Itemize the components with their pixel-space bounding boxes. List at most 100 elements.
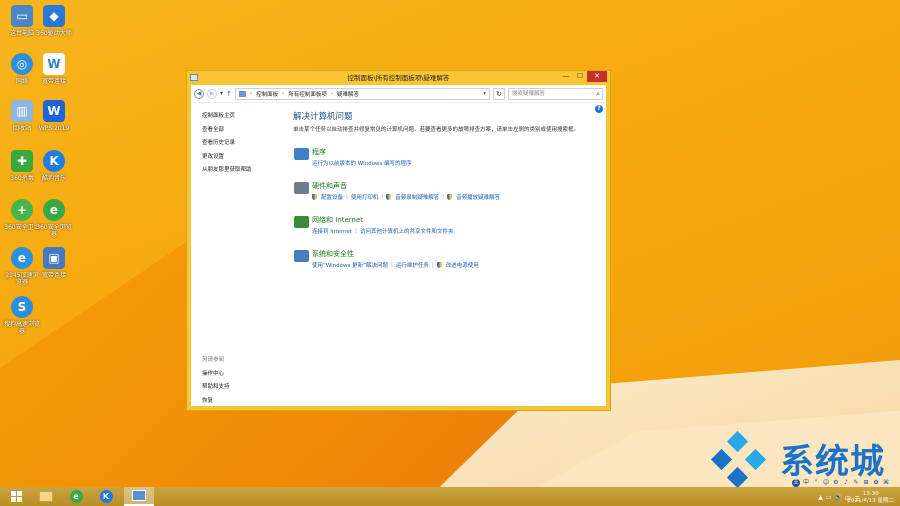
category-title-system-security[interactable]: 系统和安全性 [312, 249, 598, 259]
link-configure-device[interactable]: 配置设备 [321, 193, 343, 201]
desktop-icon-this-pc[interactable]: ▭ 这台电脑 [4, 5, 40, 37]
ime-mode-icon[interactable]: 中 [802, 479, 810, 487]
nav-get-help-from-friend[interactable]: 从朋友那里获取帮助 [202, 165, 292, 173]
link-power-usage[interactable]: 改进电源使用 [446, 261, 479, 269]
secure-browser-icon: e [43, 199, 65, 221]
link-connect-internet[interactable]: 连接到 Internet [312, 227, 352, 235]
recycle-bin-icon: ▥ [11, 100, 33, 122]
desktop-icon-broadband[interactable]: W 宽带连接 [36, 53, 72, 85]
taskbar-clock[interactable]: 13:30 2021/4/13 星期二 [848, 491, 894, 505]
desktop-icon-kugou[interactable]: K 酷狗音乐 [36, 150, 72, 182]
ime-keyboard-icon[interactable]: ⊞ [862, 479, 870, 487]
ime-voice-icon[interactable]: ♪ [842, 479, 850, 487]
ime-punct-icon[interactable]: ° [812, 479, 820, 487]
folder-icon [39, 491, 53, 502]
category-title-programs[interactable]: 程序 [312, 147, 598, 157]
link-audio-recording[interactable]: 音频录制疑难解答 [395, 193, 439, 201]
category-hardware-sound: 硬件和声音 配置设备 | 使用打印机 | 音频录制疑难解答 | 音频播放疑难解答 [293, 181, 598, 203]
driver-master-icon: ◆ [43, 5, 65, 27]
kugou-icon: K [43, 150, 65, 172]
desktop-icon-ie-browser[interactable]: e 2345加速浏览器 [4, 247, 40, 286]
show-hidden-icons[interactable]: ▲ [818, 494, 823, 503]
taskbar-file-explorer[interactable] [34, 487, 58, 506]
kugou-icon: K [99, 490, 113, 503]
main-pane: 解决计算机问题 单击某个任务以自动排查并修复常见的计算机问题。若要查看更多的故障… [293, 110, 598, 283]
network-status-icon[interactable]: ▭ [826, 494, 832, 503]
minimize-button[interactable]: — [559, 71, 573, 82]
category-title-network-internet[interactable]: 网络和 Internet [312, 215, 598, 225]
computer-icon: ▭ [11, 5, 33, 27]
ime-toolbox-icon[interactable]: ⌘ [882, 479, 890, 487]
wps-icon: W [43, 100, 65, 122]
desktop-icon-dialup[interactable]: ▣ 宽带连接 [36, 247, 72, 279]
ime-emoji-icon[interactable]: ☺ [822, 479, 830, 487]
nav-change-settings[interactable]: 更改设置 [202, 152, 292, 160]
desktop-icon-security-guard[interactable]: + 360安全卫士 [4, 199, 40, 231]
desktop-icon-secure-browser[interactable]: e 360安全浏览器 [36, 199, 72, 238]
nav-control-panel-home[interactable]: 控制面板主页 [202, 111, 292, 119]
breadcrumb[interactable]: › 控制面板 › 所有控制面板项 › 疑难解答 ▾ [234, 87, 490, 100]
see-also-header: 另请参阅 [202, 357, 225, 363]
control-panel-icon[interactable] [190, 74, 198, 81]
breadcrumb-icon [238, 90, 246, 97]
security-guard-icon: + [11, 199, 33, 221]
browser-icon: e [69, 490, 83, 503]
desktop-icon-driver-master[interactable]: ◆ 360驱动大师 [36, 5, 72, 37]
link-audio-playback[interactable]: 音频播放疑难解答 [456, 193, 500, 201]
system-security-icon [294, 250, 309, 262]
desktop-icon-antivirus[interactable]: ✚ 360杀毒 [4, 150, 40, 182]
link-windows-update[interactable]: 使用“Windows 更新”解决问题 [312, 261, 388, 269]
ime-toolbar: 王 中 ° ☺ ⚙ ♪ ✎ ⊞ ✿ ⌘ [792, 479, 890, 487]
see-also-action-center[interactable]: 操作中心 [202, 369, 230, 377]
link-use-printer[interactable]: 使用打印机 [351, 193, 379, 201]
back-arrow-icon[interactable]: ◀ [194, 88, 204, 99]
volume-icon[interactable]: 🔊 [834, 494, 841, 503]
address-bar: ◀ ▶ ▾ ↑ › 控制面板 › 所有控制面板项 › 疑难解答 ▾ ↻ 搜索疑难… [191, 85, 606, 103]
category-system-security: 系统和安全性 使用“Windows 更新”解决问题 | 运行维护任务 | 改进电… [293, 249, 598, 271]
ie-browser-icon: e [11, 247, 33, 269]
refresh-icon[interactable]: ↻ [493, 87, 505, 100]
shield-icon [447, 194, 453, 200]
desktop-icon-sogou-browser[interactable]: S 搜狗高速浏览器 [4, 296, 40, 335]
shield-icon [312, 194, 317, 200]
see-also-section: 另请参阅 操作中心 帮助和支持 恢复 [202, 355, 230, 409]
taskbar-control-panel[interactable] [124, 487, 154, 506]
link-run-old-programs[interactable]: 运行为以前版本的 Windows 编写的程序 [312, 159, 412, 167]
taskbar-360-browser[interactable]: e [64, 487, 88, 506]
logo-diamond [726, 466, 749, 489]
search-icon[interactable]: ⌕ [596, 89, 600, 99]
dialup-icon: ▣ [43, 247, 65, 269]
link-maintenance-tasks[interactable]: 运行维护任务 [396, 261, 429, 269]
start-button[interactable] [4, 487, 28, 506]
nav-view-all[interactable]: 查看全部 [202, 125, 292, 133]
ime-skin-icon[interactable]: ✿ [872, 479, 880, 487]
recent-dropdown-icon[interactable]: ▾ [220, 90, 223, 97]
desktop-icon-recycle-bin[interactable]: ▥ 回收站 [4, 100, 40, 132]
maximize-button[interactable]: ☐ [573, 71, 587, 82]
close-button[interactable]: ✕ [587, 71, 607, 82]
see-also-recovery[interactable]: 恢复 [202, 396, 230, 404]
ime-logo-icon[interactable]: 王 [792, 479, 800, 487]
left-navigation: 控制面板主页 查看全部 查看历史记录 更改设置 从朋友那里获取帮助 另请参阅 操… [202, 111, 292, 404]
up-arrow-icon[interactable]: ↑ [226, 90, 232, 98]
search-input[interactable]: 搜索疑难解答 ⌕ [508, 87, 603, 100]
taskbar-kugou[interactable]: K [94, 487, 118, 506]
chevron-down-icon[interactable]: ▾ [483, 91, 486, 97]
link-shared-files[interactable]: 访问其他计算机上的共享文件和文件夹 [360, 227, 454, 235]
category-title-hardware-sound[interactable]: 硬件和声音 [312, 181, 598, 191]
forward-arrow-icon[interactable]: ▶ [207, 88, 217, 99]
breadcrumb-troubleshooting[interactable]: 疑难解答 [337, 90, 359, 98]
nav-view-history[interactable]: 查看历史记录 [202, 138, 292, 146]
shield-icon [436, 262, 442, 268]
ime-handwrite-icon[interactable]: ✎ [852, 479, 860, 487]
taskbar: e K [0, 487, 900, 506]
breadcrumb-all-items[interactable]: 所有控制面板项 [288, 90, 327, 98]
desktop-icon-network[interactable]: ◎ 网络 [4, 53, 40, 85]
antivirus-icon: ✚ [11, 150, 33, 172]
breadcrumb-control-panel[interactable]: 控制面板 [256, 90, 278, 98]
desktop-icon-wps[interactable]: W WPS 2019 [36, 100, 72, 132]
see-also-help-support[interactable]: 帮助和支持 [202, 382, 230, 390]
window-titlebar[interactable]: 控制面板\所有控制面板项\疑难解答 — ☐ ✕ [187, 71, 610, 85]
ime-settings-icon[interactable]: ⚙ [832, 479, 840, 487]
shield-icon [386, 194, 392, 200]
